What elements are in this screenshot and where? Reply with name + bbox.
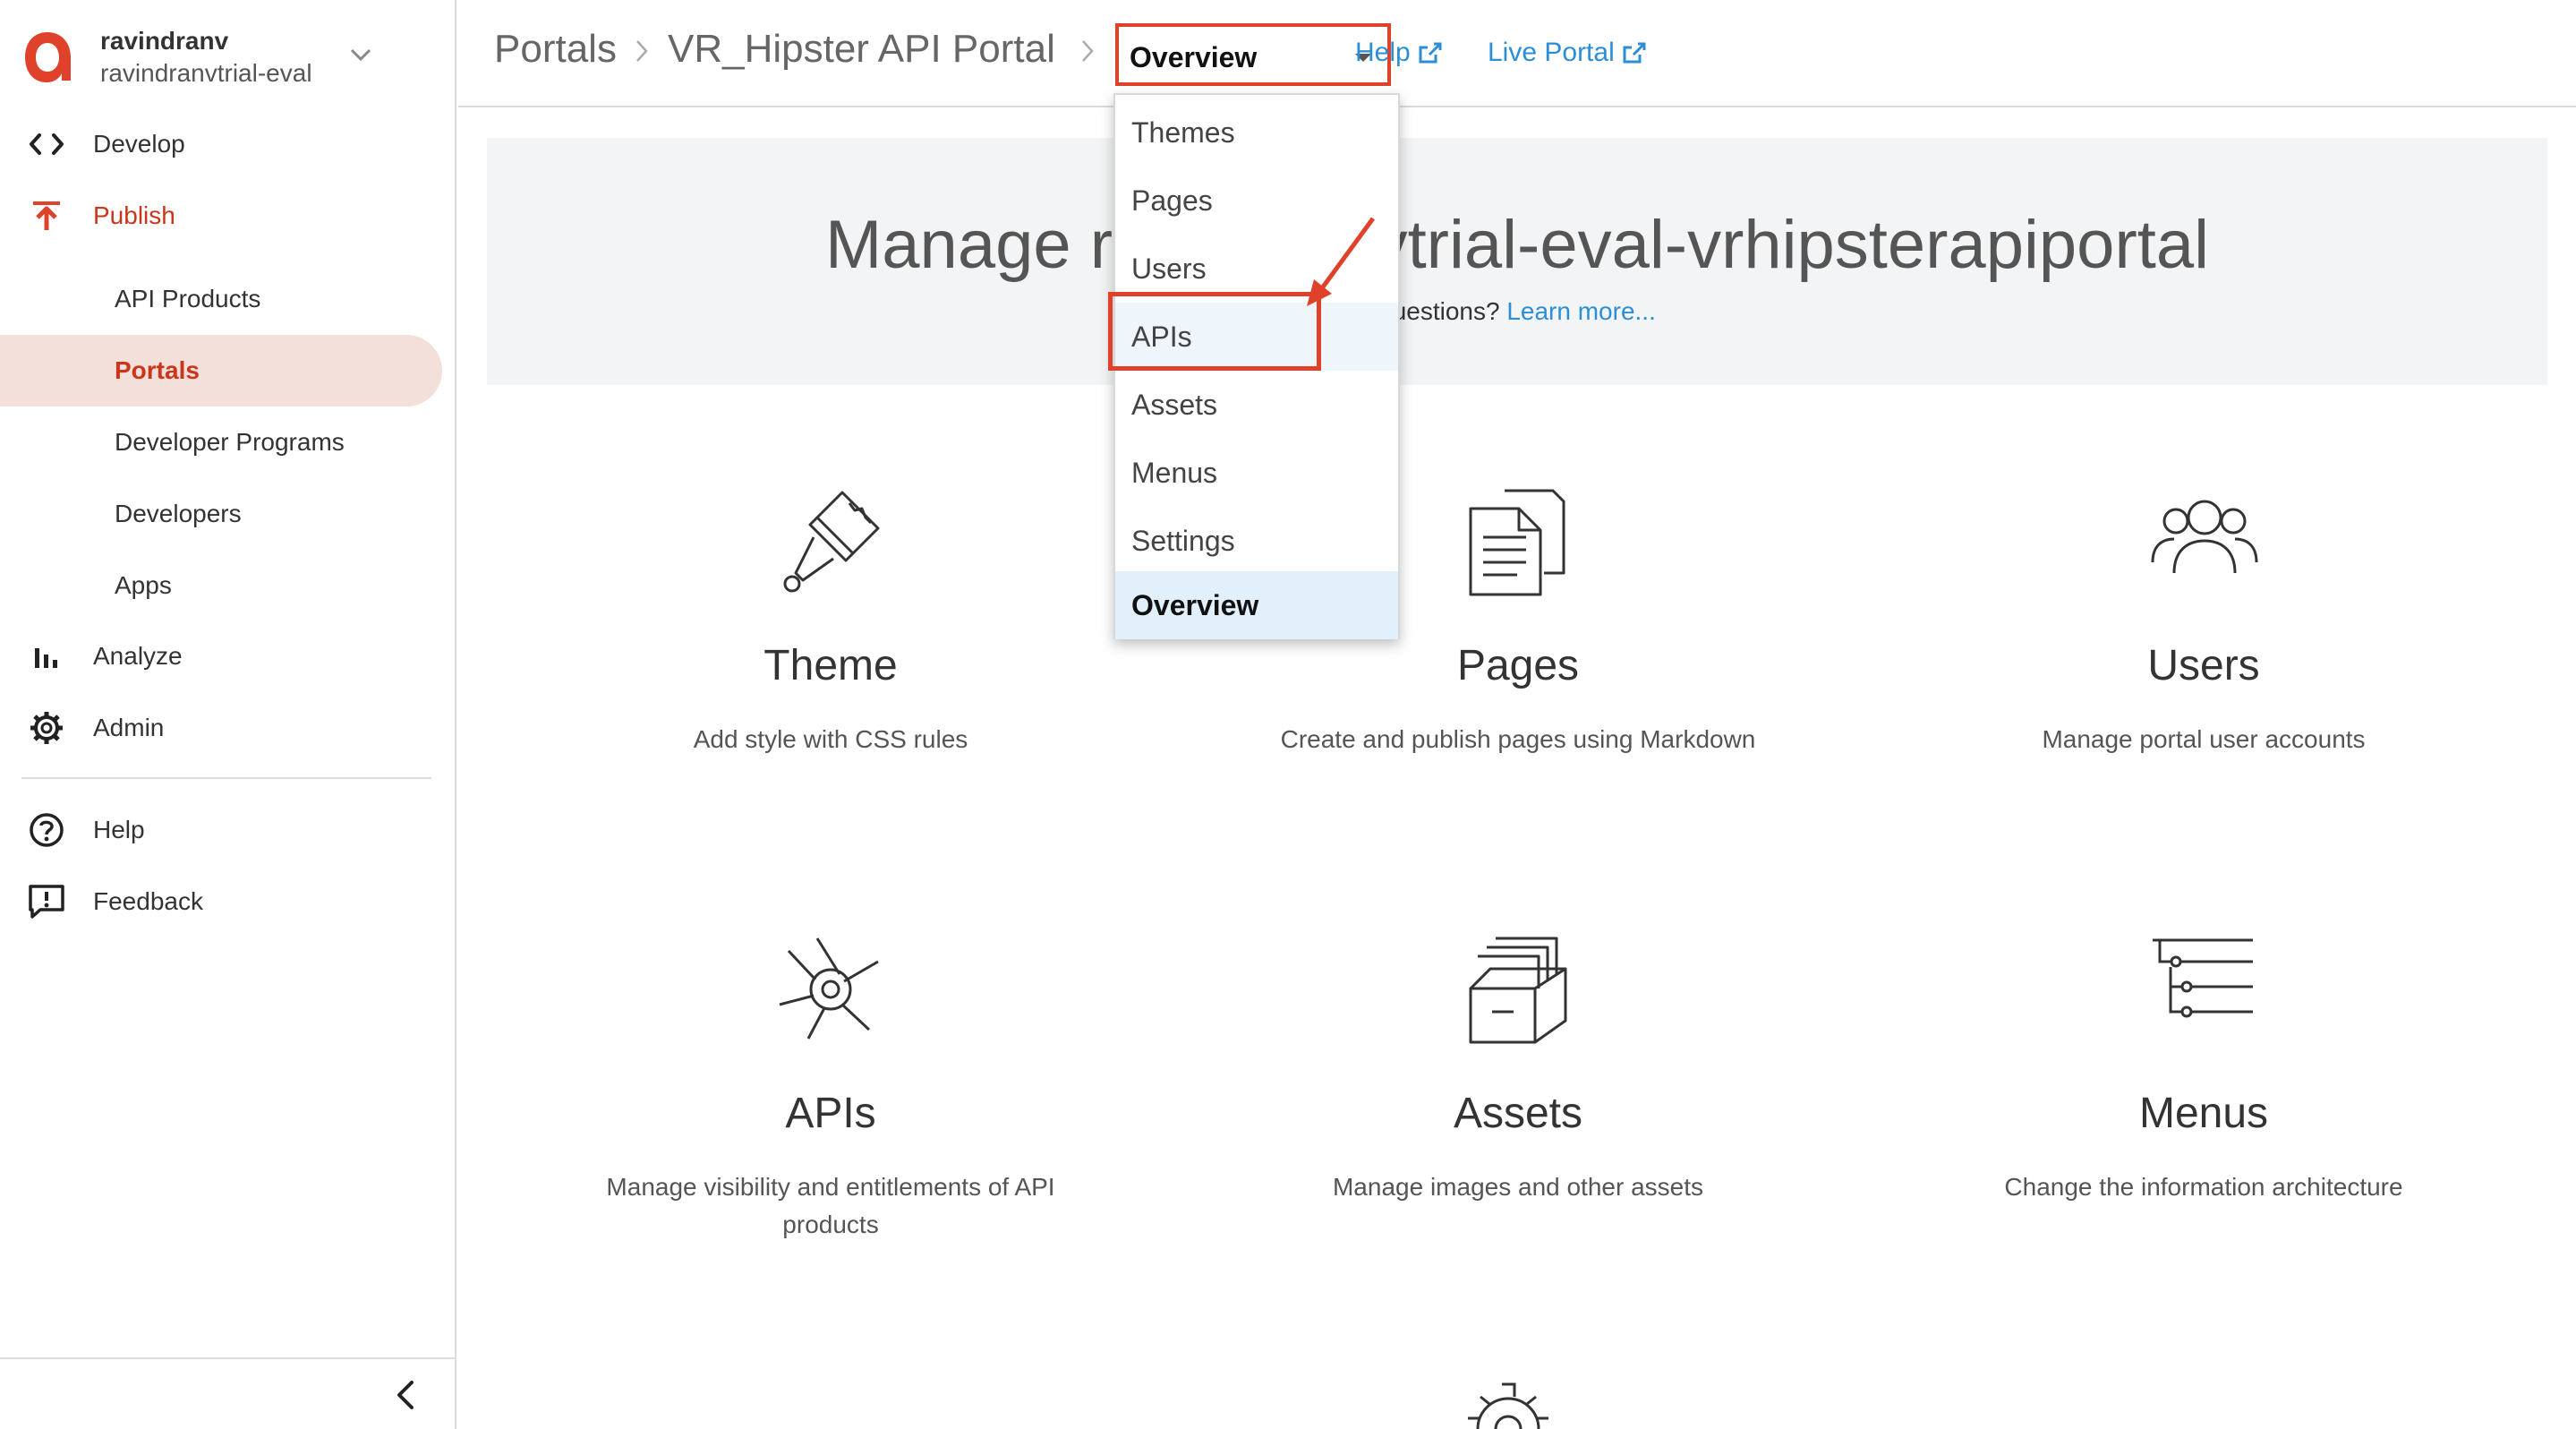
menu-item-settings[interactable]: Settings — [1115, 507, 1398, 575]
breadcrumb-separator-icon — [636, 40, 648, 62]
tile-assets-desc: Manage images and other assets — [1332, 1173, 1704, 1201]
nav-apps-label: Apps — [115, 571, 172, 599]
tile-users[interactable]: Users Manage portal user accounts — [1953, 483, 2454, 758]
learn-more-link[interactable]: Learn more... — [1506, 297, 1656, 325]
tile-theme-title: Theme — [763, 642, 898, 689]
nav-admin[interactable]: Admin — [0, 697, 455, 759]
nav-publish[interactable]: Publish — [0, 184, 455, 247]
nav-portals-label: Portals — [115, 356, 200, 384]
users-icon — [2151, 500, 2258, 574]
tile-users-desc: Manage portal user accounts — [2042, 725, 2366, 753]
live-portal-link-label: Live Portal — [1488, 38, 1615, 67]
apigee-logo-icon — [25, 32, 71, 82]
tile-assets-title: Assets — [1453, 1090, 1583, 1137]
tile-apis-desc: Manage visibility and entitlements of AP… — [606, 1173, 1055, 1238]
nav-developer-programs-label: Developer Programs — [115, 428, 345, 456]
breadcrumb-portals[interactable]: Portals — [494, 27, 617, 72]
nav-api-products-label: API Products — [115, 285, 261, 312]
breadcrumb-portal-name[interactable]: VR_Hipster API Portal — [668, 27, 1055, 72]
help-circle-icon — [27, 813, 66, 847]
tile-theme-desc: Add style with CSS rules — [693, 725, 968, 753]
page-title: Manage ravindranvtrial-eval-vrhipsterapi… — [824, 207, 2210, 283]
nav-publish-label: Publish — [93, 201, 175, 229]
annotation-highlight-box — [1108, 292, 1321, 371]
breadcrumb-separator-icon — [1082, 40, 1094, 62]
chevron-down-icon[interactable] — [347, 41, 374, 68]
tile-menus[interactable]: Menus Change the information architectur… — [1953, 931, 2454, 1206]
collapse-sidebar-icon[interactable] — [390, 1377, 422, 1413]
asset-box-icon — [1469, 937, 1567, 1044]
bar-chart-icon — [27, 640, 66, 672]
menu-tree-icon — [2153, 938, 2253, 1018]
banner-subtitle: questions? Learn more... — [487, 297, 2547, 326]
annotation-arrow-icon — [1307, 217, 1376, 306]
tile-apis[interactable]: APIs Manage visibility and entitlements … — [580, 931, 1081, 1244]
tile-theme[interactable]: Theme Add style with CSS rules — [580, 483, 1081, 758]
nav-developers-label: Developers — [115, 500, 242, 527]
help-link[interactable]: Help — [1355, 38, 1443, 68]
menu-item-overview[interactable]: Overview — [1115, 571, 1398, 639]
nav-developer-programs[interactable]: Developer Programs — [0, 406, 442, 478]
nav-develop-label: Develop — [93, 130, 185, 158]
external-link-icon — [1419, 42, 1442, 64]
tile-pages-title: Pages — [1456, 642, 1580, 689]
tile-apis-title: APIs — [785, 1090, 876, 1137]
paintbrush-icon — [783, 491, 880, 593]
nav-feedback[interactable]: Feedback — [0, 870, 455, 933]
external-link-icon — [1623, 42, 1646, 64]
feedback-icon — [27, 885, 66, 919]
nav-help-label: Help — [93, 816, 145, 843]
page-header: Portals VR_Hipster API Portal Overview H… — [458, 0, 2576, 107]
nav-api-products[interactable]: API Products — [0, 263, 442, 335]
code-icon — [27, 128, 66, 160]
sidebar-footer-divider — [0, 1357, 455, 1359]
nav-admin-label: Admin — [93, 714, 165, 741]
overview-banner: Manage ravindranvtrial-eval-vrhipsterapi… — [487, 138, 2547, 385]
nav-help[interactable]: Help — [0, 799, 455, 861]
page-select-dropdown[interactable]: Overview — [1115, 23, 1391, 86]
org-id: ravindranvtrial-eval — [100, 59, 312, 87]
settings-gear-icon[interactable] — [1459, 1379, 1557, 1429]
aperture-icon — [779, 937, 879, 1040]
nav-feedback-label: Feedback — [93, 887, 203, 915]
menu-item-assets[interactable]: Assets — [1115, 371, 1398, 439]
live-portal-link[interactable]: Live Portal — [1488, 38, 1647, 68]
document-pages-icon — [1469, 489, 1565, 596]
nav-develop[interactable]: Develop — [0, 113, 455, 175]
sidebar-divider — [21, 777, 431, 779]
tile-pages-desc: Create and publish pages using Markdown — [1280, 725, 1756, 753]
nav-analyze-label: Analyze — [93, 642, 183, 670]
tile-users-title: Users — [2147, 642, 2260, 689]
tile-menus-desc: Change the information architecture — [2004, 1173, 2403, 1201]
menu-item-themes[interactable]: Themes — [1115, 98, 1398, 167]
sidebar: ravindranv ravindranvtrial-eval Develop … — [0, 0, 456, 1429]
org-name: ravindranv — [100, 27, 229, 55]
nav-apps[interactable]: Apps — [0, 550, 442, 621]
org-switcher[interactable]: ravindranv ravindranvtrial-eval — [21, 25, 442, 97]
gear-icon — [27, 712, 66, 744]
help-link-label: Help — [1355, 38, 1411, 67]
nav-developers[interactable]: Developers — [0, 478, 442, 550]
nav-portals[interactable]: Portals — [0, 335, 442, 406]
tile-menus-title: Menus — [2138, 1090, 2269, 1137]
publish-icon — [27, 200, 66, 232]
nav-analyze[interactable]: Analyze — [0, 625, 455, 688]
menu-item-menus[interactable]: Menus — [1115, 439, 1398, 507]
page-select-value: Overview — [1130, 41, 1258, 73]
tile-assets[interactable]: Assets Manage images and other assets — [1267, 931, 1769, 1206]
